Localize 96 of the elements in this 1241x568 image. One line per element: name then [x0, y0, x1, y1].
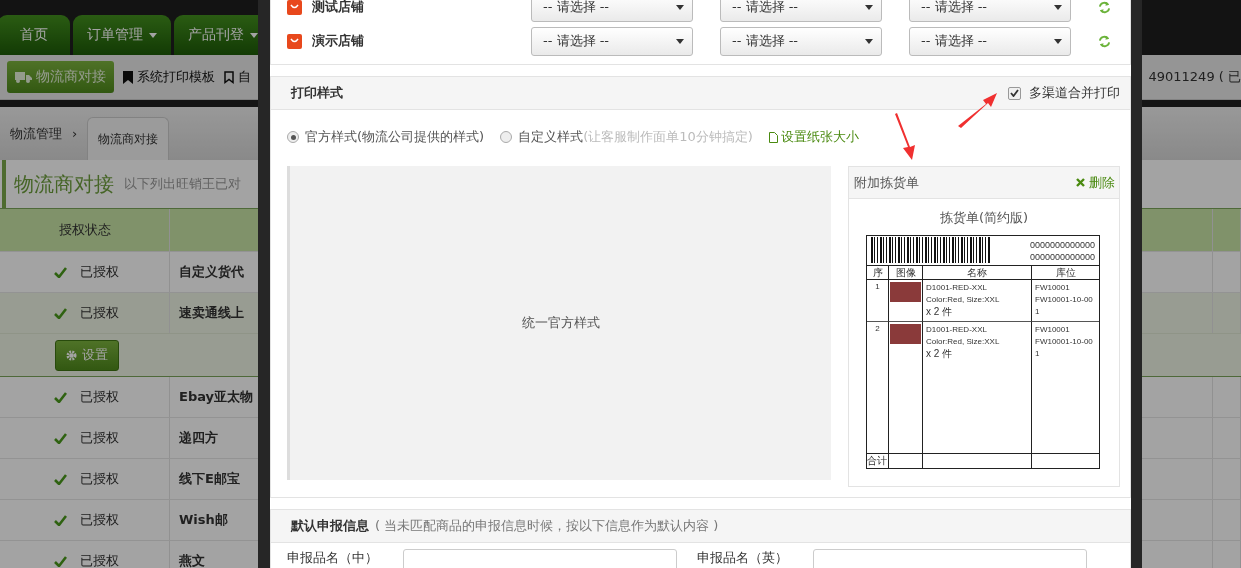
- section-title: 默认申报信息: [291, 517, 369, 535]
- section-title: 打印样式: [291, 84, 343, 102]
- gear-icon: [66, 349, 77, 361]
- select-field[interactable]: -- 请选择 --: [531, 0, 693, 22]
- card-title: 附加拣货单: [854, 173, 919, 192]
- close-icon: [1076, 178, 1085, 187]
- select-field[interactable]: -- 请选择 --: [909, 26, 1071, 56]
- caret-icon: [676, 38, 684, 44]
- status-text: 已授权: [80, 470, 119, 488]
- paper-size-link[interactable]: 设置纸张大小: [768, 128, 859, 146]
- breadcrumb-separator: ›: [72, 126, 78, 141]
- status-text: 已授权: [80, 429, 119, 447]
- account-text: 49011249 ( 已: [1148, 68, 1241, 86]
- subnav-link[interactable]: 系统打印模板: [123, 68, 215, 86]
- store-name: 测试店铺: [312, 0, 364, 16]
- item-text: Color:Red, Size:XXL: [926, 294, 1001, 305]
- total-label: 合计: [867, 454, 889, 468]
- status-text: 已授权: [80, 388, 119, 406]
- sheet-column-header: 库位: [1032, 266, 1099, 280]
- barcode-number: 0000000000000: [1029, 239, 1095, 251]
- item-text: Color:Red, Size:XXL: [926, 336, 1001, 347]
- location-text: 1: [1035, 348, 1041, 359]
- annotation-arrow: [894, 113, 918, 160]
- item-text: D1001-RED-XXL: [926, 282, 988, 293]
- nav-tab[interactable]: 订单管理: [73, 15, 171, 55]
- caret-icon: [865, 4, 873, 10]
- sheet-column-header: 序: [867, 266, 889, 280]
- carrier-name: 自定义货代: [179, 263, 244, 281]
- option-label: 自定义样式(让客服制作面单10分钟搞定): [518, 128, 753, 146]
- page-tab[interactable]: 物流商对接: [87, 117, 170, 160]
- row-number: 1: [875, 282, 880, 291]
- store-name: 演示店铺: [312, 32, 364, 50]
- status-text: 已授权: [80, 263, 119, 281]
- photo-placeholder: [890, 282, 921, 302]
- carrier-name: 递四方: [179, 429, 218, 447]
- status-text: 已授权: [80, 511, 119, 529]
- location-text: FW10001: [1035, 324, 1071, 335]
- field-label: 申报品名（英）: [697, 549, 789, 567]
- row-number: 2: [875, 324, 880, 333]
- check-icon: [54, 473, 67, 485]
- radio-button[interactable]: [287, 131, 299, 143]
- carrier-name: 速卖通线上: [179, 304, 244, 322]
- select-field[interactable]: -- 请选择 --: [720, 26, 882, 56]
- status-text: 已授权: [80, 304, 119, 322]
- check-icon: [54, 555, 67, 567]
- check-icon: [54, 432, 67, 444]
- check-icon: [54, 514, 67, 526]
- checkbox-label: 多渠道合并打印: [1029, 84, 1120, 102]
- refresh-icon[interactable]: [1098, 0, 1111, 14]
- nav-tab[interactable]: 首页: [0, 15, 70, 55]
- check-icon: [54, 391, 67, 403]
- sheet-title: 拣货单(简约版): [938, 209, 1030, 227]
- caret-icon: [676, 4, 684, 10]
- shopping-bag-icon: [287, 33, 302, 49]
- carrier-name: 线下E邮宝: [179, 470, 240, 488]
- column-header: 授权状态: [0, 209, 170, 251]
- location-text: FW10001: [1035, 282, 1071, 293]
- sheet-column-header: 图像: [889, 266, 923, 280]
- sheet-column-header: 名称: [923, 266, 1032, 280]
- item-text: D1001-RED-XXL: [926, 324, 988, 335]
- section-note: ( 当未匹配商品的申报信息时候，按以下信息作为默认内容 ): [375, 517, 719, 535]
- radio-button[interactable]: [500, 131, 513, 143]
- caret-icon: [1054, 38, 1062, 44]
- carrier-name: Wish邮: [179, 511, 228, 529]
- location-text: 1: [1035, 306, 1041, 317]
- location-text: FW10001-10-00: [1035, 294, 1094, 305]
- barcode-number: 0000000000000: [1029, 251, 1095, 263]
- delete-link[interactable]: 删除: [1076, 173, 1115, 192]
- location-text: FW10001-10-00: [1035, 336, 1094, 347]
- item-text: x 2 件: [926, 306, 954, 317]
- photo-placeholder: [890, 324, 921, 344]
- bookmark-icon: [224, 70, 234, 84]
- truck-icon: [15, 71, 32, 83]
- bookmark-icon: [123, 70, 133, 84]
- document-icon: [768, 131, 778, 143]
- select-field[interactable]: -- 请选择 --: [909, 0, 1071, 22]
- select-field[interactable]: -- 请选择 --: [720, 0, 882, 22]
- select-field[interactable]: -- 请选择 --: [531, 26, 693, 56]
- item-text: x 2 件: [926, 348, 954, 359]
- caret-icon: [1054, 4, 1062, 10]
- option-label: 官方样式(物流公司提供的样式): [305, 128, 485, 146]
- breadcrumb-link[interactable]: 物流管理: [10, 124, 62, 143]
- merge-checkbox[interactable]: [1008, 86, 1021, 100]
- check-icon: [54, 307, 67, 319]
- page-subtitle: 以下列出旺销王已对: [124, 175, 241, 193]
- preview-label: 统一官方样式: [521, 314, 600, 332]
- carrier-name: Ebay亚太物: [179, 388, 254, 406]
- annotation-arrow: [956, 92, 998, 128]
- carrier-name: 燕文: [179, 552, 205, 568]
- caret-icon: [865, 38, 873, 44]
- refresh-icon[interactable]: [1098, 34, 1111, 48]
- status-text: 已授权: [80, 552, 119, 568]
- field-label: 申报品名（中）: [287, 549, 379, 567]
- check-icon: [54, 266, 67, 278]
- page-title: 物流商对接: [14, 170, 114, 198]
- subnav-link[interactable]: 自: [224, 68, 251, 86]
